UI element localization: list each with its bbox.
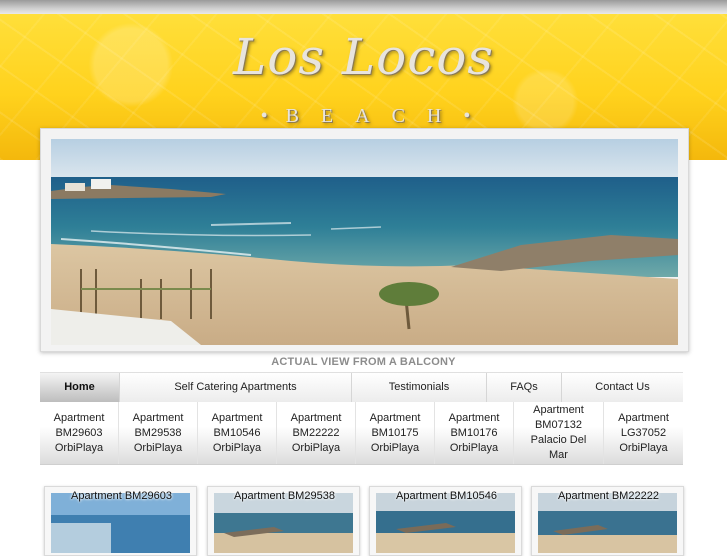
subnav-line: OrbiPlaya — [133, 441, 183, 454]
apartment-card[interactable]: Apartment BM22222 — [531, 486, 684, 556]
subnav-line: Apartment — [211, 411, 263, 424]
subnav-line: OrbiPlaya — [370, 441, 420, 454]
subnav-line: Apartment — [369, 411, 421, 424]
nav-self-catering-apartments[interactable]: Self Catering Apartments — [120, 373, 352, 402]
apartment-card[interactable]: Apartment BM29538 — [207, 486, 360, 556]
logo-dot-right: • — [463, 105, 489, 127]
top-shadow-bar — [0, 0, 727, 14]
nav-contact-us[interactable]: Contact Us — [562, 373, 683, 402]
nav-faqs[interactable]: FAQs — [487, 373, 562, 402]
apartment-card-label[interactable]: Apartment BM22222 — [532, 490, 685, 502]
apartment-photo-image — [538, 493, 677, 553]
subnav-line: BM29603 — [55, 426, 103, 439]
logo-subtitle-text: BEACH — [285, 105, 464, 127]
subnav-line: OrbiPlaya — [212, 441, 262, 454]
apartment-thumbnail[interactable] — [51, 493, 190, 553]
subnav-line: BM10175 — [371, 426, 419, 439]
apartment-card-label[interactable]: Apartment BM29603 — [45, 490, 198, 502]
apartment-thumbnail[interactable] — [214, 493, 353, 553]
apartment-card-label[interactable]: Apartment BM10546 — [370, 490, 523, 502]
subnav-line: BM07132 — [534, 419, 583, 431]
subnav-line: Apartment — [533, 404, 584, 416]
main-nav: Home Self Catering Apartments Testimonia… — [40, 372, 683, 403]
subnav-apartment-bm10175[interactable]: Apartment BM10175 OrbiPlaya — [356, 402, 435, 464]
subnav-line: Apartment — [132, 411, 184, 424]
subnav-line: Palacio Del — [530, 434, 587, 446]
beach-photo-image — [51, 139, 678, 345]
apartment-photo-image — [214, 493, 353, 553]
subnav-line: OrbiPlaya — [619, 441, 668, 454]
subnav-line: LG37052 — [620, 426, 667, 439]
subnav-line: Apartment — [618, 411, 669, 424]
subnav-line: OrbiPlaya — [54, 441, 104, 454]
logo-title[interactable]: Los Locos — [0, 28, 727, 86]
subnav-apartment-bm10176[interactable]: Apartment BM10176 OrbiPlaya — [435, 402, 514, 464]
subnav-apartment-lg37052[interactable]: Apartment LG37052 OrbiPlaya — [604, 402, 683, 464]
subnav-line: Apartment — [290, 411, 342, 424]
subnav-apartment-bm29603[interactable]: Apartment BM29603 OrbiPlaya — [40, 402, 119, 464]
apartment-thumbnail[interactable] — [376, 493, 515, 553]
subnav-line: Apartment — [53, 411, 105, 424]
banner-photo-frame — [40, 128, 689, 352]
apartment-card[interactable]: Apartment BM29603 — [44, 486, 197, 556]
apartment-photo-image — [51, 493, 190, 553]
subnav-apartment-bm07132[interactable]: Apartment BM07132 Palacio Del Mar — [514, 402, 604, 464]
logo-dot-left: • — [260, 105, 286, 127]
banner-caption: ACTUAL VIEW FROM A BALCONY — [271, 356, 456, 368]
subnav-line: BM29538 — [134, 426, 182, 439]
subnav-line: BM10546 — [213, 426, 261, 439]
nav-testimonials[interactable]: Testimonials — [352, 373, 487, 402]
apartment-cards: Apartment BM29603 Apartment BM29538 Apar… — [44, 486, 684, 556]
subnav-line: BM22222 — [292, 426, 340, 439]
banner-photo — [51, 139, 678, 345]
subnav-apartment-bm29538[interactable]: Apartment BM29538 OrbiPlaya — [119, 402, 198, 464]
logo-subtitle: •BEACH• — [0, 105, 727, 128]
subnav-apartment-bm10546[interactable]: Apartment BM10546 OrbiPlaya — [198, 402, 277, 464]
apartment-thumbnail[interactable] — [538, 493, 677, 553]
subnav-apartment-bm22222[interactable]: Apartment BM22222 OrbiPlaya — [277, 402, 356, 464]
subnav-line: OrbiPlaya — [291, 441, 341, 454]
nav-home[interactable]: Home — [40, 373, 120, 402]
subnav-line: BM10176 — [450, 426, 498, 439]
apartment-card-label[interactable]: Apartment BM29538 — [208, 490, 361, 502]
subnav-line: Apartment — [448, 411, 500, 424]
apartment-photo-image — [376, 493, 515, 553]
subnav-line: Mar — [549, 449, 568, 461]
subnav-line: OrbiPlaya — [449, 441, 499, 454]
apartments-subnav: Apartment BM29603 OrbiPlaya Apartment BM… — [40, 402, 683, 465]
apartment-card[interactable]: Apartment BM10546 — [369, 486, 522, 556]
